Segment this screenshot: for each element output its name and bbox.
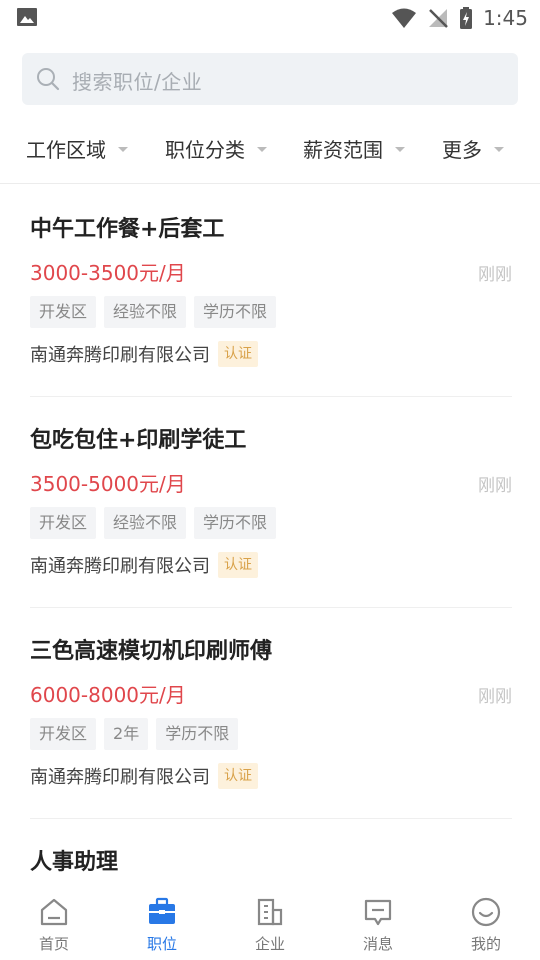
search-input[interactable]: 搜索职位/企业: [22, 53, 518, 105]
status-bar: 1:45: [0, 0, 540, 36]
filter-job-category[interactable]: 职位分类: [165, 134, 267, 162]
caret-down-icon: [395, 146, 405, 152]
message-icon: [364, 899, 392, 926]
profile-icon: [471, 897, 501, 927]
job-card[interactable]: 中午工作餐+后套工 3000-3500元/月 刚刚 开发区 经验不限 学历不限 …: [30, 185, 512, 397]
job-tags: 开发区 2年 学历不限: [30, 718, 239, 750]
home-icon: [40, 898, 68, 926]
company-row: 南通奔腾印刷有限公司 认证: [30, 763, 258, 789]
nav-profile[interactable]: 我的: [432, 880, 540, 960]
no-signal-icon: [429, 9, 448, 28]
job-posted-time: 刚刚: [478, 476, 512, 496]
nav-label: 职位: [146, 935, 177, 953]
filter-work-area[interactable]: 工作区域: [26, 134, 128, 162]
briefcase-icon: [149, 897, 175, 924]
caret-down-icon: [118, 146, 128, 152]
job-title: 人事助理: [30, 850, 119, 875]
search-placeholder: 搜索职位/企业: [72, 70, 203, 94]
job-card[interactable]: 三色高速模切机印刷师傅 6000-8000元/月 刚刚 开发区 2年 学历不限 …: [30, 607, 512, 819]
company-row: 南通奔腾印刷有限公司 认证: [30, 341, 258, 367]
verified-badge: 认证: [218, 552, 258, 578]
filter-label: 职位分类: [165, 137, 245, 162]
filter-salary-range[interactable]: 薪资范围: [303, 134, 405, 162]
nav-label: 企业: [254, 935, 285, 953]
nav-home[interactable]: 首页: [0, 880, 108, 960]
wifi-icon: [392, 8, 417, 28]
filter-bar: 工作区域 职位分类 薪资范围 更多: [0, 112, 540, 184]
nav-label: 首页: [38, 935, 69, 953]
job-tag: 经验不限: [104, 296, 187, 328]
job-salary: 3000-3500元/月: [30, 261, 186, 285]
caret-down-icon: [257, 146, 267, 152]
job-tag: 学历不限: [194, 296, 277, 328]
job-posted-time: 刚刚: [478, 687, 512, 707]
verified-badge: 认证: [218, 763, 258, 789]
job-title: 中午工作餐+后套工: [30, 217, 225, 242]
company-row: 南通奔腾印刷有限公司 认证: [30, 552, 258, 578]
nav-companies[interactable]: 企业: [216, 880, 324, 960]
job-tag: 2年: [104, 718, 149, 750]
job-tag: 开发区: [30, 296, 97, 328]
building-icon: [257, 898, 283, 926]
verified-badge: 认证: [218, 341, 258, 367]
filter-label: 薪资范围: [303, 137, 383, 162]
job-title: 包吃包住+印刷学徒工: [30, 428, 247, 453]
company-name: 南通奔腾印刷有限公司: [30, 767, 210, 788]
company-name: 南通奔腾印刷有限公司: [30, 345, 210, 366]
battery-charging-icon: [460, 7, 473, 29]
nav-jobs[interactable]: 职位: [108, 880, 216, 960]
image-notification-icon: [17, 8, 37, 26]
job-title: 三色高速模切机印刷师傅: [30, 639, 273, 664]
job-card[interactable]: 人事助理: [30, 818, 512, 878]
job-salary: 6000-8000元/月: [30, 683, 186, 707]
search-icon: [37, 68, 60, 91]
job-tag: 开发区: [30, 718, 97, 750]
nav-label: 消息: [362, 935, 393, 953]
job-posted-time: 刚刚: [478, 265, 512, 285]
job-tag: 开发区: [30, 507, 97, 539]
job-tag: 学历不限: [156, 718, 239, 750]
nav-label: 我的: [470, 935, 501, 953]
bottom-nav: 首页 职位 企业 消息 我的: [0, 880, 540, 960]
company-name: 南通奔腾印刷有限公司: [30, 556, 210, 577]
caret-down-icon: [494, 146, 504, 152]
job-tags: 开发区 经验不限 学历不限: [30, 296, 277, 328]
filter-more[interactable]: 更多: [442, 134, 504, 162]
job-tags: 开发区 经验不限 学历不限: [30, 507, 277, 539]
job-card[interactable]: 包吃包住+印刷学徒工 3500-5000元/月 刚刚 开发区 经验不限 学历不限…: [30, 396, 512, 608]
status-time: 1:45: [483, 6, 528, 30]
job-salary: 3500-5000元/月: [30, 472, 186, 496]
filter-label: 工作区域: [26, 137, 106, 162]
job-tag: 经验不限: [104, 507, 187, 539]
job-tag: 学历不限: [194, 507, 277, 539]
nav-messages[interactable]: 消息: [324, 880, 432, 960]
filter-label: 更多: [442, 137, 482, 162]
